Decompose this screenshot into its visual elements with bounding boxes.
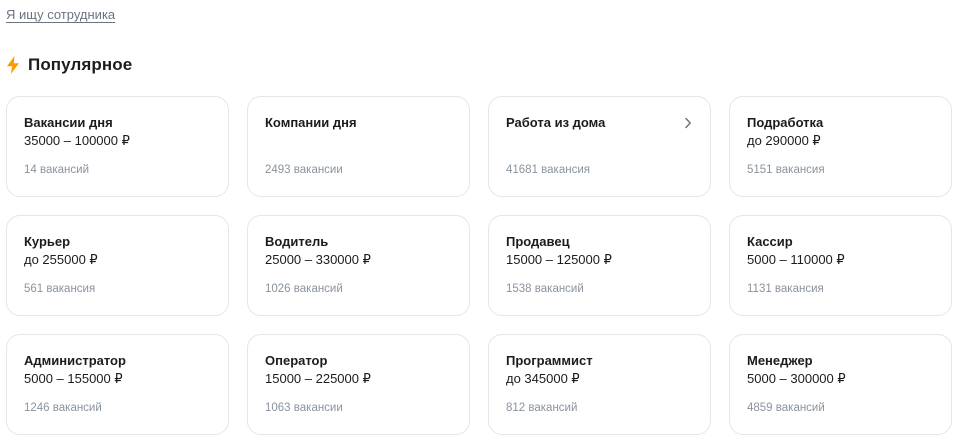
card-vacancy-count: 561 вакансия: [24, 283, 96, 295]
card-title: Продавец: [506, 234, 570, 249]
card-vacancy-count: 2493 вакансии: [265, 164, 343, 176]
card-title: Работа из дома: [506, 115, 606, 130]
card-salary: 15000 – 125000 ₽: [506, 252, 612, 267]
card-salary: 15000 – 225000 ₽: [265, 371, 371, 386]
category-card[interactable]: Подработка до 290000 ₽ 5151 вакансия: [729, 96, 952, 197]
category-card[interactable]: Оператор 15000 – 225000 ₽ 1063 вакансии: [247, 334, 470, 435]
card-salary: до 255000 ₽: [24, 252, 98, 267]
category-card[interactable]: Вакансии дня 35000 – 100000 ₽ 14 вакансий: [6, 96, 229, 197]
card-salary: 5000 – 300000 ₽: [747, 371, 846, 386]
card-salary: 5000 – 155000 ₽: [24, 371, 123, 386]
employer-link[interactable]: Я ищу сотрудника: [6, 7, 115, 22]
category-card[interactable]: Работа из дома 41681 вакансия: [488, 96, 711, 197]
card-title: Кассир: [747, 234, 793, 249]
card-vacancy-count: 14 вакансий: [24, 164, 89, 176]
card-salary: 25000 – 330000 ₽: [265, 252, 371, 267]
card-salary: до 345000 ₽: [506, 371, 580, 386]
card-vacancy-count: 1026 вакансий: [265, 283, 343, 295]
card-title: Водитель: [265, 234, 329, 249]
category-card[interactable]: Курьер до 255000 ₽ 561 вакансия: [6, 215, 229, 316]
category-card[interactable]: Компании дня 2493 вакансии: [247, 96, 470, 197]
card-vacancy-count: 41681 вакансия: [506, 164, 590, 176]
category-card[interactable]: Программист до 345000 ₽ 812 вакансий: [488, 334, 711, 435]
card-title: Вакансии дня: [24, 115, 113, 130]
card-salary: до 290000 ₽: [747, 133, 821, 148]
card-title: Оператор: [265, 353, 328, 368]
section-header: Популярное: [6, 55, 132, 75]
card-title: Администратор: [24, 353, 126, 368]
card-salary: [265, 132, 453, 150]
card-salary: [506, 132, 694, 150]
card-vacancy-count: 1246 вакансий: [24, 402, 102, 414]
card-vacancy-count: 1063 вакансии: [265, 402, 343, 414]
lightning-icon: [6, 56, 20, 74]
card-vacancy-count: 5151 вакансия: [747, 164, 825, 176]
card-title: Программист: [506, 353, 593, 368]
card-title: Компании дня: [265, 115, 357, 130]
card-vacancy-count: 1538 вакансий: [506, 283, 584, 295]
chevron-right-icon: [684, 116, 692, 134]
category-card[interactable]: Кассир 5000 – 110000 ₽ 1131 вакансия: [729, 215, 952, 316]
category-card[interactable]: Водитель 25000 – 330000 ₽ 1026 вакансий: [247, 215, 470, 316]
category-grid: Вакансии дня 35000 – 100000 ₽ 14 вакансий К…: [6, 96, 952, 435]
card-salary: 5000 – 110000 ₽: [747, 252, 845, 267]
page: Я ищу сотрудника Популярное Вакансии дня…: [0, 0, 957, 447]
card-vacancy-count: 4859 вакансий: [747, 402, 825, 414]
category-card[interactable]: Администратор 5000 – 155000 ₽ 1246 ваканси…: [6, 334, 229, 435]
card-vacancy-count: 812 вакансий: [506, 402, 578, 414]
section-title: Популярное: [28, 55, 133, 74]
card-title: Курьер: [24, 234, 71, 249]
card-salary: 35000 – 100000 ₽: [24, 133, 130, 148]
card-vacancy-count: 1131 вакансия: [747, 283, 824, 295]
category-card[interactable]: Продавец 15000 – 125000 ₽ 1538 вакансий: [488, 215, 711, 316]
category-card[interactable]: Менеджер 5000 – 300000 ₽ 4859 вакансий: [729, 334, 952, 435]
card-title: Менеджер: [747, 353, 813, 368]
card-title: Подработка: [747, 115, 824, 130]
